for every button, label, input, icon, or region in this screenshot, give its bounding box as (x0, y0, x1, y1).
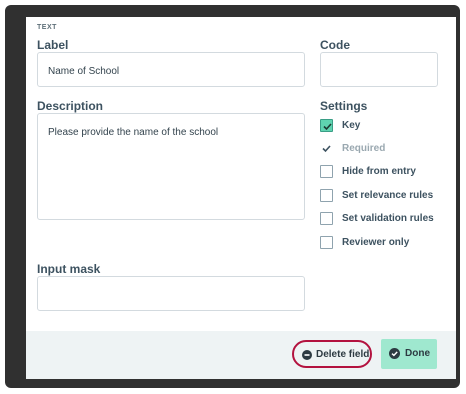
setting-validation-rules[interactable]: Set validation rules (320, 212, 460, 228)
delete-field-button[interactable]: Delete field (292, 340, 372, 368)
input-mask-input[interactable] (37, 276, 305, 311)
setting-reviewer-only[interactable]: Reviewer only (320, 236, 460, 252)
field-type-label: TEXT (37, 24, 57, 31)
check-circle-icon (389, 348, 400, 359)
description-textarea[interactable]: Please provide the name of the school (37, 113, 305, 220)
description-heading: Description (37, 99, 104, 113)
key-checkbox[interactable] (320, 119, 333, 132)
delete-field-label: Delete field (316, 349, 370, 360)
relevance-rules-label: Set relevance rules (342, 190, 434, 201)
input-mask-heading: Input mask (37, 262, 101, 276)
hide-from-entry-checkbox[interactable] (320, 165, 333, 178)
label-input-value: Name of School (48, 66, 120, 77)
setting-relevance-rules[interactable]: Set relevance rules (320, 189, 460, 205)
description-value: Please provide the name of the school (48, 127, 219, 138)
setting-key[interactable]: Key (320, 119, 460, 135)
required-label: Required (342, 143, 386, 154)
label-input[interactable]: Name of School (37, 52, 305, 87)
done-button[interactable]: Done (381, 339, 437, 369)
code-heading: Code (320, 38, 350, 52)
relevance-rules-checkbox[interactable] (320, 189, 333, 202)
setting-hide-from-entry[interactable]: Hide from entry (320, 165, 460, 181)
settings-heading: Settings (320, 99, 368, 113)
key-label: Key (342, 120, 361, 131)
reviewer-only-label: Reviewer only (342, 237, 410, 248)
label-heading: Label (37, 38, 69, 52)
reviewer-only-checkbox[interactable] (320, 236, 333, 249)
hide-from-entry-label: Hide from entry (342, 166, 416, 177)
validation-rules-checkbox[interactable] (320, 212, 333, 225)
validation-rules-label: Set validation rules (342, 213, 434, 224)
done-label: Done (405, 348, 430, 359)
minus-circle-icon (302, 350, 312, 360)
checkmark-icon (323, 123, 332, 131)
checkmark-icon (322, 145, 331, 153)
code-input[interactable] (320, 52, 438, 87)
required-checkbox (320, 142, 333, 155)
setting-required: Required (320, 142, 460, 158)
